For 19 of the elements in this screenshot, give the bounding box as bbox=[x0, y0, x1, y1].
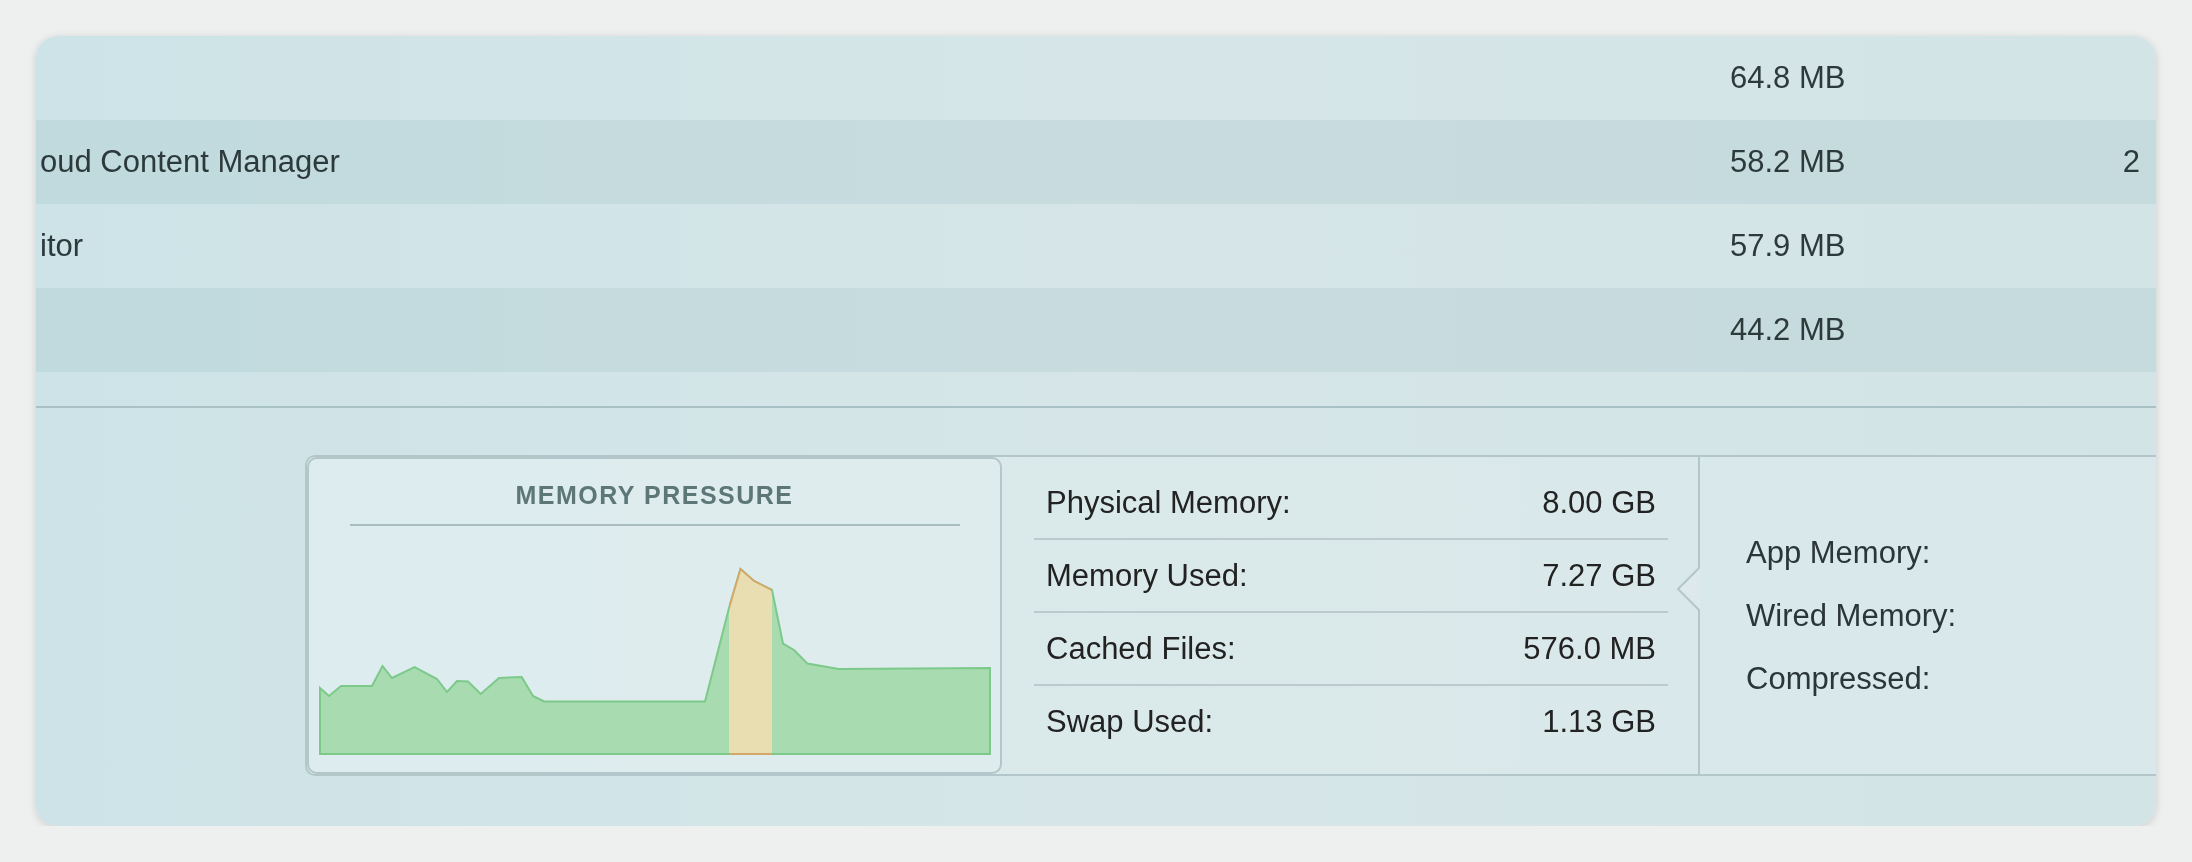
memory-value: 58.2 MB bbox=[1730, 144, 1847, 180]
table-cell-text: 2 bbox=[2121, 144, 2141, 180]
stat-value: 1.13 GB bbox=[1542, 703, 1656, 740]
stat-label: Memory Used: bbox=[1046, 557, 1248, 594]
stat-value: 7.27 GB bbox=[1542, 557, 1656, 594]
stat-label: Swap Used: bbox=[1046, 703, 1214, 740]
stat-value: 576.0 MB bbox=[1523, 630, 1656, 667]
process-name: oud Content Manager bbox=[39, 144, 341, 180]
stat-label: Cached Files: bbox=[1046, 630, 1236, 667]
stat-label: Physical Memory: bbox=[1046, 484, 1291, 521]
panel-title: MEMORY PRESSURE bbox=[515, 481, 794, 510]
memory-label: Wired Memory: bbox=[1746, 597, 1958, 634]
memory-label: Compressed: bbox=[1746, 660, 1932, 697]
memory-value: 57.9 MB bbox=[1730, 228, 1847, 264]
stat-value: 8.00 GB bbox=[1542, 484, 1656, 521]
process-name: itor bbox=[39, 228, 85, 264]
memory-value: 44.2 MB bbox=[1730, 312, 1847, 348]
memory-label: App Memory: bbox=[1746, 534, 1932, 571]
memory-value: 64.8 MB bbox=[1730, 60, 1847, 96]
